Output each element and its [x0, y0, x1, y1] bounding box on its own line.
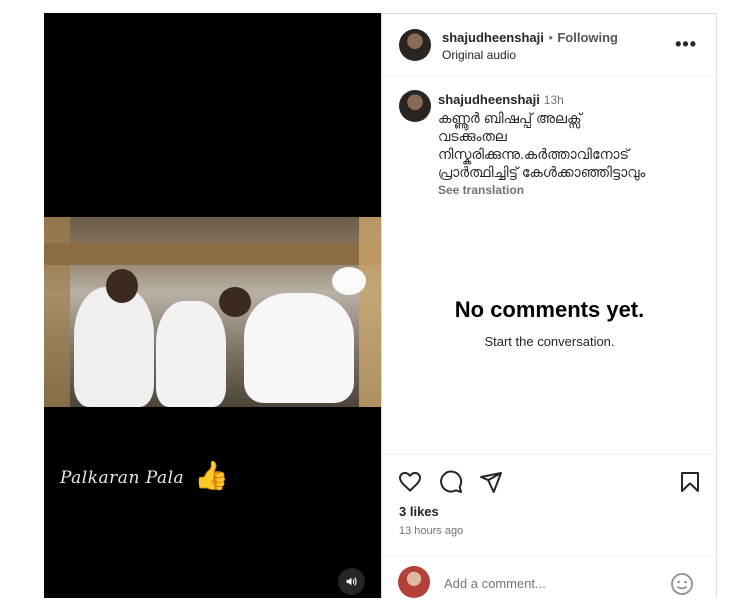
separator-dot: • [548, 30, 553, 45]
video-wall-right [359, 217, 381, 407]
caption-line-1: കണ്ണൂർ ബിഷപ്പ് അലക്സ് [438, 110, 582, 126]
no-comments-subtitle: Start the conversation. [484, 334, 615, 349]
like-button[interactable] [398, 470, 422, 499]
caption-line-3: നിസ്കരിക്കുന്നു.കർത്താവിനോട് [438, 146, 630, 162]
following-button[interactable]: Following [557, 30, 618, 45]
actions-divider [382, 454, 717, 456]
avatar[interactable] [399, 29, 431, 61]
video-frame[interactable] [44, 217, 381, 407]
share-button[interactable] [479, 470, 503, 499]
caption-time[interactable]: 13h [544, 93, 564, 107]
figure-1-head [106, 269, 138, 303]
caption-line-2: വടക്കുംതല [438, 128, 507, 144]
heart-icon [398, 471, 422, 492]
audio-link[interactable]: Original audio [442, 48, 516, 62]
no-comments-title: No comments yet. [454, 297, 645, 322]
current-user-avatar [398, 566, 430, 598]
post-panel: shajudheenshaji • Following Original aud… [381, 13, 717, 598]
figure-3 [244, 293, 354, 403]
figure-1 [74, 287, 154, 407]
figure-2-head [219, 287, 251, 317]
more-options-button[interactable]: ••• [675, 34, 697, 55]
post-header: shajudheenshaji • Following Original aud… [382, 14, 717, 77]
figure-2 [156, 301, 226, 407]
comment-button[interactable] [439, 470, 463, 499]
caption: shajudheenshaji 13h കണ്ണൂർ ബിഷപ്പ് അലക്സ… [438, 90, 708, 199]
emoji-icon [671, 573, 693, 595]
speaker-icon [346, 577, 357, 586]
add-comment-input[interactable] [442, 575, 646, 592]
caption-line-4: പ്രാർത്ഥിച്ചിട്ട് കേൾക്കാഞ്ഞിട്ടാവും [438, 164, 646, 180]
see-translation-link[interactable]: See translation [438, 181, 708, 199]
bookmark-icon [681, 472, 699, 492]
video-beam [44, 243, 381, 265]
save-button[interactable] [678, 470, 702, 499]
comment-icon [440, 470, 463, 493]
likes-count[interactable]: 3 likes [399, 504, 439, 519]
video-watermark: Palkaran Pala [60, 468, 185, 488]
thumbs-up-emoji: 👍 [194, 460, 229, 491]
post-time-ago[interactable]: 13 hours ago [399, 525, 463, 537]
mute-button[interactable] [338, 568, 365, 595]
caption-avatar[interactable] [399, 90, 431, 122]
header-username[interactable]: shajudheenshaji [442, 30, 544, 45]
emoji-button[interactable] [670, 572, 694, 601]
caption-username[interactable]: shajudheenshaji [438, 92, 540, 107]
post-media[interactable]: Palkaran Pala 👍 [44, 13, 381, 598]
send-icon [480, 472, 502, 493]
add-comment-bar [382, 555, 717, 600]
more-horizontal-icon: ••• [675, 34, 697, 54]
figure-3-cap [332, 267, 366, 295]
